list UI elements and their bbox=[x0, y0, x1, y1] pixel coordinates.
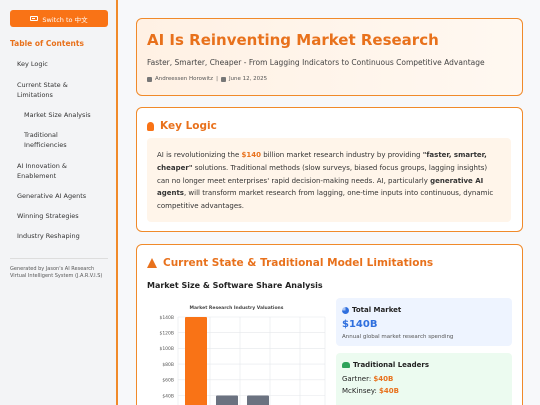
y-tick-label: $40B bbox=[162, 393, 174, 399]
current-state-heading: Current State & Traditional Model Limita… bbox=[147, 257, 433, 269]
traditional-leaders-label: Traditional Leaders bbox=[353, 361, 429, 369]
total-market-label: Total Market bbox=[352, 306, 402, 314]
market-size-subtitle: Market Size & Software Share Analysis bbox=[147, 281, 323, 290]
toc-item-market-size[interactable]: Market Size Analysis bbox=[24, 110, 91, 120]
page-meta: Andreessen Horowitz | June 12, 2025 bbox=[147, 76, 267, 82]
total-market-value: $140B bbox=[342, 319, 378, 330]
toc-item-generative-ai-agents[interactable]: Generative AI Agents bbox=[17, 191, 86, 201]
key-logic-text-2: billion market research industry by prov… bbox=[261, 151, 423, 159]
leader-name: Gartner: bbox=[342, 375, 374, 383]
toc-item-industry-reshaping[interactable]: Industry Reshaping bbox=[17, 231, 80, 241]
language-icon bbox=[30, 16, 39, 21]
key-logic-heading: Key Logic bbox=[147, 120, 217, 132]
page-subtitle: Faster, Smarter, Cheaper - From Lagging … bbox=[147, 58, 485, 67]
author-icon bbox=[147, 76, 152, 82]
language-switch-label: Switch to 中文 bbox=[42, 15, 88, 24]
key-logic-text: AI is revolutionizing the $140 billion m… bbox=[147, 138, 511, 222]
current-state-section: Current State & Traditional Model Limita… bbox=[136, 244, 523, 405]
hero-card: AI Is Reinventing Market Research Faster… bbox=[136, 18, 523, 96]
chart-title: Market Research Industry Valuations bbox=[189, 306, 284, 311]
y-tick-label: $80B bbox=[162, 362, 174, 368]
y-tick-label: $60B bbox=[162, 378, 174, 384]
total-market-heading: Total Market bbox=[342, 306, 401, 314]
pie-chart-icon bbox=[342, 306, 349, 314]
toc-item-key-logic[interactable]: Key Logic bbox=[17, 59, 48, 69]
total-market-desc: Annual global market research spending bbox=[342, 334, 454, 340]
users-icon bbox=[342, 362, 350, 368]
market-amount: $140 bbox=[241, 151, 262, 159]
warning-icon bbox=[147, 258, 157, 268]
traditional-leaders-card: Traditional Leaders Gartner: $40B McKins… bbox=[336, 353, 512, 405]
toc-item-winning-strategies[interactable]: Winning Strategies bbox=[17, 211, 79, 221]
chart-bar bbox=[185, 317, 207, 405]
total-market-card: Total Market $140B Annual global market … bbox=[336, 298, 512, 346]
leader-value: $40B bbox=[379, 387, 399, 395]
leader-value: $40B bbox=[373, 375, 394, 383]
traditional-leaders-heading: Traditional Leaders bbox=[342, 361, 429, 369]
author-name: Andreessen Horowitz bbox=[155, 76, 214, 82]
key-logic-title: Key Logic bbox=[160, 120, 217, 132]
valuation-chart: Market Research Industry Valuations $140… bbox=[145, 303, 328, 405]
key-logic-text-4: , will transform market research from la… bbox=[157, 189, 494, 211]
leader-name: McKinsey: bbox=[342, 387, 380, 395]
leader-item: Gartner: $40B bbox=[342, 375, 393, 383]
sidebar-footer: Generated by Jason's AI Research Virtual… bbox=[10, 266, 103, 279]
toc-item-current-state[interactable]: Current State & Limitations bbox=[17, 80, 97, 100]
y-tick-label: $100B bbox=[159, 346, 174, 352]
language-switch-button[interactable]: Switch to 中文 bbox=[10, 10, 108, 27]
key-logic-text-1: AI is revolutionizing the bbox=[157, 151, 242, 159]
lightbulb-icon bbox=[147, 121, 154, 131]
page-title: AI Is Reinventing Market Research bbox=[147, 31, 439, 49]
key-logic-section: Key Logic AI is revolutionizing the $140… bbox=[136, 107, 523, 232]
calendar-icon bbox=[220, 76, 226, 82]
sidebar: Switch to 中文 Table of Contents Key Logic… bbox=[0, 0, 118, 405]
chart-bar bbox=[247, 395, 269, 405]
leader-item: McKinsey: $40B bbox=[342, 387, 399, 395]
y-tick-label: $120B bbox=[159, 331, 174, 337]
current-state-title: Current State & Traditional Model Limita… bbox=[163, 257, 434, 269]
toc-title: Table of Contents bbox=[10, 39, 84, 48]
y-tick-label: $140B bbox=[159, 315, 174, 321]
sidebar-divider bbox=[10, 258, 108, 259]
publish-date: June 12, 2025 bbox=[228, 76, 268, 82]
chart-bar bbox=[216, 395, 238, 405]
toc-item-ai-innovation[interactable]: AI Innovation & Enablement bbox=[17, 161, 97, 181]
chart-svg: $140B $120B $100B $80B $60B $40B bbox=[159, 315, 326, 405]
toc-item-traditional-inefficiencies[interactable]: Traditional Inefficiencies bbox=[24, 130, 94, 150]
meta-separator: | bbox=[216, 76, 218, 82]
